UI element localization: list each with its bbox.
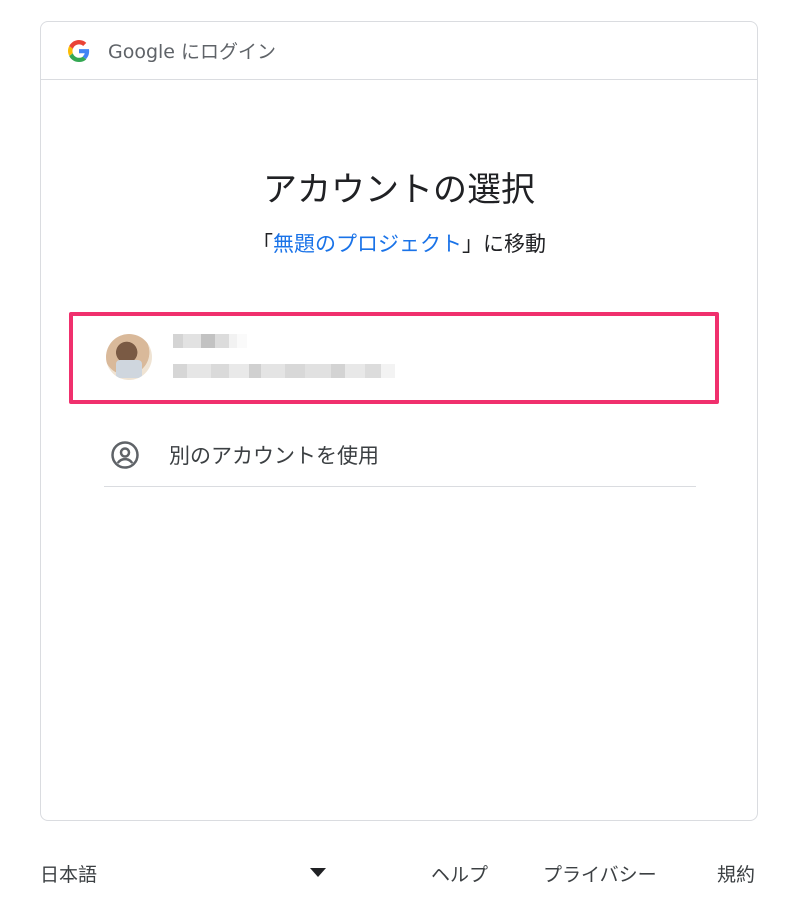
- use-another-account-button[interactable]: 別のアカウントを使用: [104, 422, 696, 488]
- card-header: Google にログイン: [41, 22, 757, 80]
- privacy-link[interactable]: プライバシー: [543, 860, 657, 887]
- footer: 日本語 ヘルプ プライバシー 規約: [40, 852, 758, 892]
- subtitle-prefix: 「: [252, 232, 273, 256]
- header-text: Google にログイン: [108, 41, 277, 63]
- account-circle-icon: [111, 441, 139, 469]
- divider: [104, 486, 696, 487]
- account-item[interactable]: [69, 312, 719, 404]
- project-link[interactable]: 無題のプロジェクト: [273, 232, 462, 256]
- page-subtitle: 「無題のプロジェクト」に移動: [41, 228, 757, 258]
- account-email-redacted: [173, 364, 395, 378]
- language-selector[interactable]: 日本語: [40, 860, 97, 887]
- subtitle-suffix: 」に移動: [462, 232, 546, 256]
- chevron-down-icon[interactable]: [310, 868, 326, 877]
- use-another-account-label: 別のアカウントを使用: [169, 444, 379, 468]
- signin-card: Google にログイン アカウントの選択 「無題のプロジェクト」に移動 別のア…: [40, 21, 758, 821]
- page-title: アカウントの選択: [263, 170, 535, 210]
- google-g-icon: [68, 39, 90, 62]
- help-link[interactable]: ヘルプ: [431, 860, 488, 887]
- terms-link[interactable]: 規約: [717, 860, 755, 887]
- account-name-redacted: [173, 334, 247, 348]
- avatar: [106, 334, 152, 380]
